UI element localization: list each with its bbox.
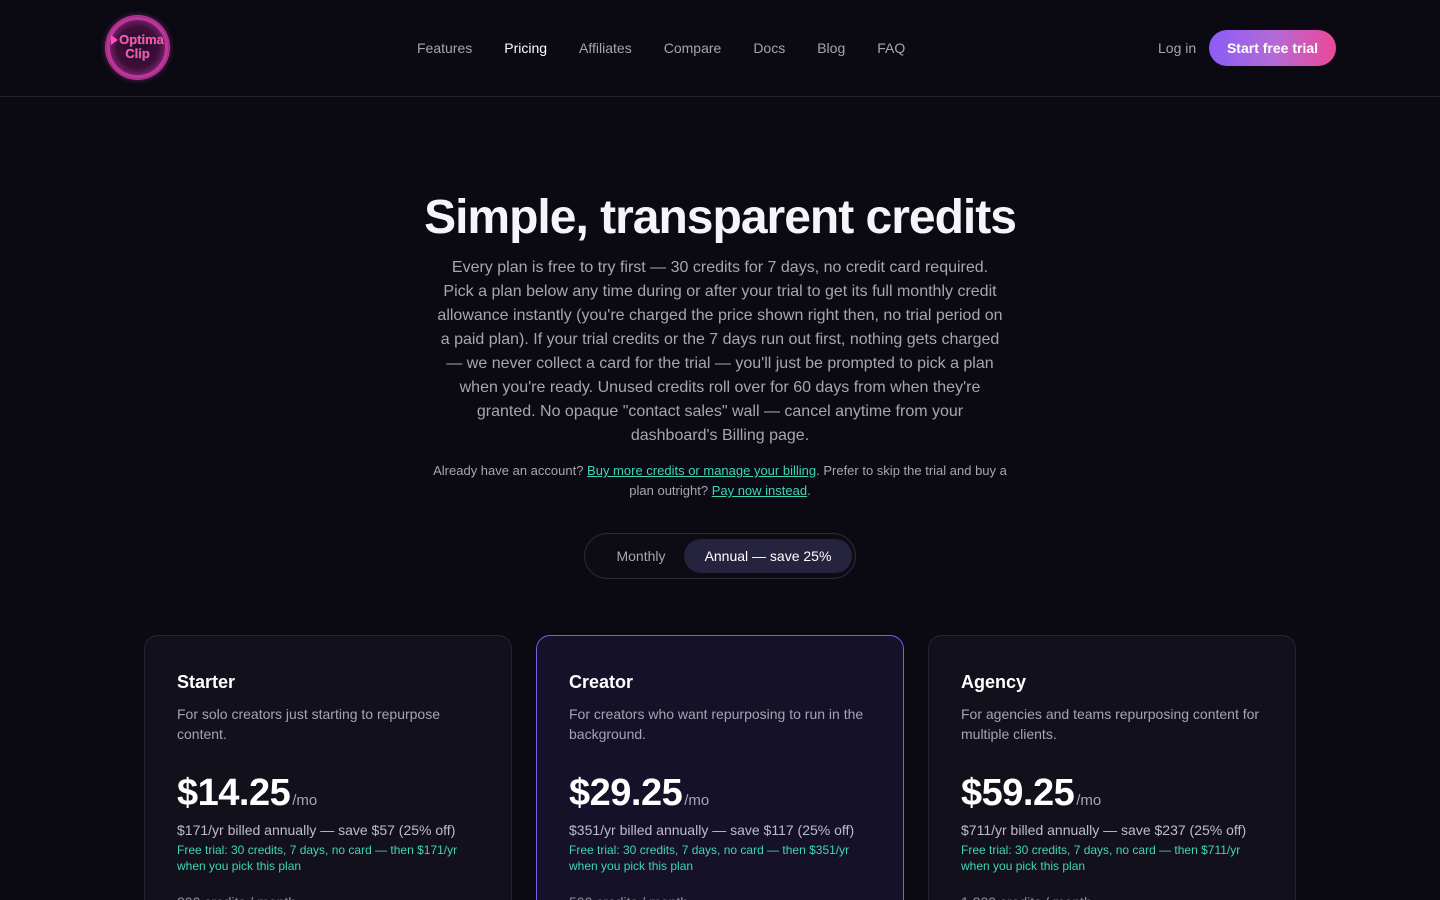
- plan-name: Creator: [569, 672, 634, 692]
- nav-link-docs[interactable]: Docs: [753, 38, 785, 58]
- plan-period: /mo: [684, 792, 710, 809]
- plan-card-starter: Starter For solo creators just starting …: [144, 635, 512, 900]
- login-link[interactable]: Log in: [1158, 38, 1196, 58]
- plan-period: /mo: [292, 792, 318, 809]
- plan-price: $59.25: [961, 772, 1075, 814]
- logo-wordmark: Optima Clip: [105, 33, 170, 61]
- nav-link-features[interactable]: Features: [417, 38, 472, 58]
- annual-option[interactable]: Annual — save 25%: [684, 539, 852, 573]
- hero-description: Every plan is free to try first — 30 cre…: [437, 259, 1003, 444]
- nav-link-blog[interactable]: Blog: [817, 38, 845, 58]
- plan-price-row: $29.25 /mo: [569, 770, 871, 816]
- account-links: Already have an account? Buy more credit…: [430, 461, 1010, 501]
- plan-description: For solo creators just starting to repur…: [177, 706, 441, 742]
- logo-text-line-1: Optima: [119, 32, 164, 47]
- plan-credits: 200 credits / month: [177, 892, 479, 900]
- plan-name: Starter: [177, 672, 236, 692]
- nav-link-compare[interactable]: Compare: [664, 38, 722, 58]
- plan-trial-note: Free trial: 30 credits, 7 days, no card …: [569, 843, 850, 873]
- page-title: Simple, transparent credits: [424, 191, 1017, 244]
- plan-card-agency: Agency For agencies and teams repurposin…: [928, 635, 1296, 900]
- plan-period: /mo: [1076, 792, 1102, 809]
- plan-name: Agency: [961, 672, 1027, 692]
- manage-billing-link[interactable]: Buy more credits or manage your billing: [587, 463, 816, 478]
- plan-price: $29.25: [569, 772, 683, 814]
- play-icon: [111, 35, 119, 45]
- account-links-prefix: Already have an account?: [433, 463, 588, 478]
- plan-billed-note: $351/yr billed annually — save $117 (25%…: [569, 822, 855, 838]
- monthly-option[interactable]: Monthly: [593, 539, 689, 573]
- start-free-trial-button[interactable]: Start free trial: [1209, 30, 1336, 66]
- nav-link-affiliates[interactable]: Affiliates: [579, 38, 632, 58]
- optimaclip-logo[interactable]: Optima Clip: [105, 15, 170, 80]
- plan-trial-note: Free trial: 30 credits, 7 days, no card …: [961, 843, 1241, 873]
- plan-credits: 500 credits / month: [569, 892, 871, 900]
- plan-price: $14.25: [177, 772, 291, 814]
- plan-price-row: $59.25 /mo: [961, 770, 1263, 816]
- pay-now-link[interactable]: Pay now instead: [712, 483, 807, 498]
- plan-price-row: $14.25 /mo: [177, 770, 479, 816]
- logo-text-line-2: Clip: [125, 46, 150, 61]
- plan-card-creator: Creator For creators who want repurposin…: [536, 635, 904, 900]
- plan-billed-note: $171/yr billed annually — save $57 (25% …: [177, 822, 456, 838]
- plan-description: For creators who want repurposing to run…: [569, 706, 864, 742]
- billing-period-toggle: Monthly Annual — save 25%: [584, 533, 856, 579]
- plan-billed-note: $711/yr billed annually — save $237 (25%…: [961, 822, 1247, 838]
- account-links-suffix: .: [807, 483, 811, 498]
- main-nav: Features Pricing Affiliates Compare Docs…: [417, 38, 937, 58]
- plan-description: For agencies and teams repurposing conte…: [961, 706, 1260, 742]
- nav-link-pricing[interactable]: Pricing: [504, 38, 547, 58]
- nav-link-faq[interactable]: FAQ: [877, 38, 905, 58]
- plan-credits: 1,200 credits / month: [961, 892, 1263, 900]
- site-header: Optima Clip Features Pricing Affiliates …: [0, 0, 1440, 97]
- plan-trial-note: Free trial: 30 credits, 7 days, no card …: [177, 843, 458, 873]
